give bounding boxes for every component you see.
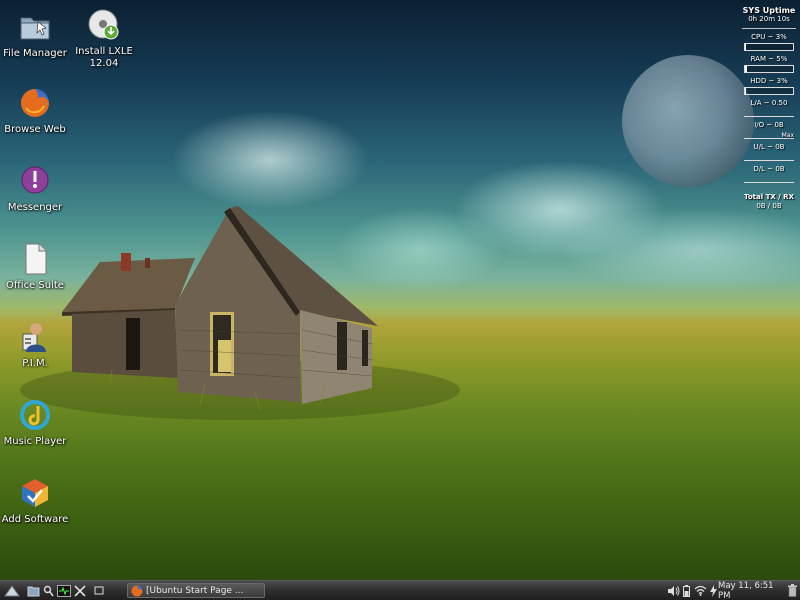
music-player-shortcut[interactable]: Music Player (0, 398, 73, 448)
music-player-label: Music Player (3, 436, 67, 447)
download-graph (744, 175, 794, 183)
firefox-window-button[interactable]: [Ubuntu Start Page ... (127, 583, 265, 598)
io-graph: Max (744, 131, 794, 139)
terminal-icon[interactable] (56, 583, 71, 598)
firefox-icon (131, 585, 143, 596)
install-lxle-label: Install LXLE 12.04 (75, 46, 133, 69)
install-disc-icon (87, 8, 121, 42)
office-suite-shortcut[interactable]: Office Suite (0, 242, 73, 292)
moon-wallpaper-detail (622, 55, 754, 187)
ram-readout: RAM ~ 5% (750, 55, 788, 63)
io-readout: I/O ~ 0B (754, 121, 784, 129)
file-manager-shortcut[interactable]: File Manager (0, 10, 73, 60)
ram-bar (744, 65, 794, 73)
install-lxle-shortcut[interactable]: Install LXLE 12.04 (66, 8, 142, 70)
load-average-readout: L/A ~ 0.50 (750, 99, 788, 107)
messenger-label: Messenger (7, 202, 63, 213)
download-readout: D/L ~ 0B (753, 165, 785, 173)
desktop-background: File Manager Install LXLE 12.04 Browse W… (0, 0, 800, 580)
io-max-label: Max (781, 132, 794, 139)
browse-web-shortcut[interactable]: Browse Web (0, 86, 73, 136)
uptime-value: 0h 20m 10s (748, 15, 790, 23)
wifi-icon[interactable] (693, 583, 707, 598)
total-traffic-values: 0B / 0B (756, 202, 782, 210)
document-icon (18, 242, 52, 276)
clock[interactable]: May 11, 6:51 PM (718, 581, 786, 601)
cpu-bar (744, 43, 794, 51)
lxde-menu-icon[interactable] (2, 583, 22, 598)
trash-icon[interactable] (786, 583, 798, 598)
battery-icon[interactable] (681, 583, 691, 598)
hdd-bar (744, 87, 794, 95)
software-center-icon (18, 476, 52, 510)
office-suite-label: Office Suite (6, 280, 64, 291)
conky-divider (742, 28, 796, 29)
browse-web-label: Browse Web (4, 124, 66, 135)
add-software-shortcut[interactable]: Add Software (0, 476, 73, 526)
contact-icon (18, 320, 52, 354)
file-manager-icon[interactable] (26, 583, 40, 598)
tools-icon[interactable] (73, 583, 87, 598)
upload-graph (744, 153, 794, 161)
taskbar: [Ubuntu Start Page ... May 11, 6:51 PM (0, 580, 800, 601)
hdd-readout: HDD ~ 3% (750, 77, 788, 85)
messenger-shortcut[interactable]: Messenger (0, 164, 73, 214)
music-player-icon (18, 398, 52, 432)
volume-icon[interactable] (666, 583, 680, 598)
firefox-icon (18, 86, 52, 120)
folder-icon (18, 10, 52, 44)
window-title: [Ubuntu Start Page ... (146, 585, 244, 596)
cpu-readout: CPU ~ 3% (751, 33, 787, 41)
load-average-graph (744, 109, 794, 117)
conky-system-monitor: SYS Uptime 0h 20m 10s CPU ~ 3% RAM ~ 5% … (742, 6, 796, 211)
add-software-label: Add Software (1, 514, 69, 525)
pim-shortcut[interactable]: P.I.M. (0, 320, 73, 370)
messenger-icon (18, 164, 52, 198)
total-traffic-title: Total TX / RX (744, 193, 794, 201)
show-desktop-icon[interactable] (92, 583, 106, 598)
pim-label: P.I.M. (22, 358, 48, 369)
upload-readout: U/L ~ 0B (753, 143, 785, 151)
search-icon[interactable] (42, 583, 54, 598)
uptime-title: SYS Uptime (742, 6, 796, 15)
file-manager-label: File Manager (3, 48, 67, 59)
